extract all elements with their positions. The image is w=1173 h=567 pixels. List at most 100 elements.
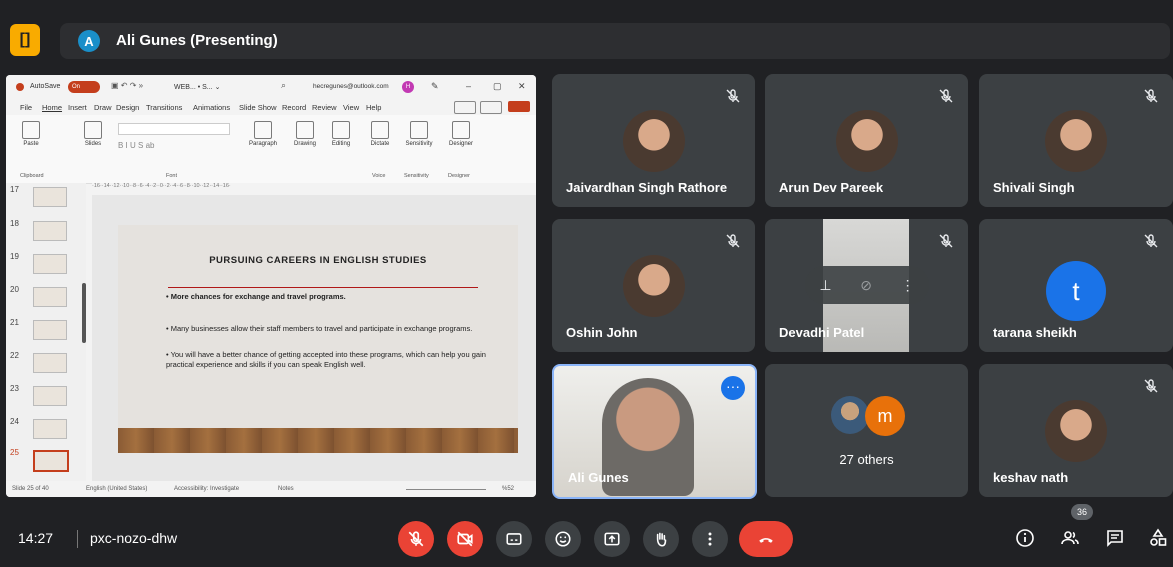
shared-screen[interactable]: AutoSave On ▣ ↶ ↷ » WEB... • S... ⌄ ⌕ he…: [6, 75, 536, 497]
participant-tile[interactable]: Oshin John: [552, 219, 755, 352]
comments-button[interactable]: [480, 101, 502, 114]
font-name-box[interactable]: [118, 123, 230, 135]
meet-logo-icon[interactable]: []: [10, 24, 40, 56]
mute-icon[interactable]: ⊘: [860, 277, 872, 294]
menu-view[interactable]: View: [343, 103, 359, 112]
others-tile[interactable]: m 27 others: [765, 364, 968, 497]
activities-icon[interactable]: [1148, 528, 1168, 548]
menu-transitions[interactable]: Transitions: [146, 103, 182, 112]
paste-button[interactable]: Paste: [14, 121, 48, 147]
participant-tile[interactable]: Shivali Singh: [979, 74, 1173, 207]
slide-thumbnail[interactable]: [33, 254, 67, 274]
raise-hand-button[interactable]: [643, 521, 679, 557]
presenter-chip[interactable]: A Ali Gunes (Presenting): [60, 23, 1170, 59]
search-icon[interactable]: ⌕: [281, 80, 286, 91]
menu-record[interactable]: Record: [282, 103, 306, 112]
participant-tile-active[interactable]: ··· Ali Gunes: [552, 364, 757, 499]
meeting-details-icon[interactable]: [1015, 528, 1035, 548]
slide-thumbnail[interactable]: [33, 419, 67, 439]
font-format-icons[interactable]: B I U S ab: [118, 141, 154, 150]
slide-thumbnail[interactable]: [33, 320, 67, 340]
menu-slideshow[interactable]: Slide Show: [239, 103, 277, 112]
meeting-code: pxc-nozo-dhw: [90, 530, 178, 546]
people-icon[interactable]: [1060, 528, 1080, 548]
leave-call-button[interactable]: [739, 521, 793, 557]
avatar: [831, 396, 869, 434]
maximize-icon[interactable]: ▢: [493, 81, 502, 92]
file-name[interactable]: WEB... • S... ⌄: [174, 83, 220, 91]
language[interactable]: English (United States): [86, 486, 147, 492]
participant-tile[interactable]: ⊥ ⊘ ⋮ Devadhi Patel: [765, 219, 968, 352]
more-options-icon[interactable]: ···: [721, 376, 745, 400]
participant-tile[interactable]: t tarana sheikh: [979, 219, 1173, 352]
divider: [77, 530, 78, 548]
ribbon: Paste Slides B I U S ab Paragraph Drawin…: [6, 115, 536, 184]
editing-icon: [332, 121, 350, 139]
close-icon[interactable]: ✕: [518, 81, 526, 92]
participant-tile[interactable]: keshav nath: [979, 364, 1173, 497]
quick-access-icons[interactable]: ▣ ↶ ↷ »: [111, 81, 143, 90]
slide-number: 24: [10, 417, 19, 426]
autosave-toggle[interactable]: On: [68, 81, 100, 93]
dictate-button[interactable]: Dictate: [363, 121, 397, 147]
zoom-slider[interactable]: [406, 489, 486, 490]
office-icon: [16, 83, 24, 91]
chat-icon[interactable]: [1105, 528, 1125, 548]
slide-bullet: • You will have a better chance of getti…: [166, 350, 486, 369]
reactions-button[interactable]: [545, 521, 581, 557]
designer-button[interactable]: Designer: [444, 121, 478, 147]
slides-button[interactable]: Slides: [76, 121, 110, 147]
sensitivity-icon: [410, 121, 428, 139]
zoom-level[interactable]: %52: [502, 486, 514, 492]
notes-button[interactable]: Notes: [278, 486, 294, 492]
participant-tile[interactable]: Jaivardhan Singh Rathore: [552, 74, 755, 207]
menu-review[interactable]: Review: [312, 103, 337, 112]
slide-thumbnail[interactable]: [33, 287, 67, 307]
menu-design[interactable]: Design: [116, 103, 139, 112]
tile-hover-controls: ⊥ ⊘ ⋮: [805, 266, 929, 304]
menu-file[interactable]: File: [20, 103, 32, 112]
paragraph-button[interactable]: Paragraph: [246, 121, 280, 147]
menu-draw[interactable]: Draw: [94, 103, 112, 112]
drawing-button[interactable]: Drawing: [288, 121, 322, 147]
slide-thumbnail[interactable]: [33, 221, 67, 241]
slide-canvas: PURSUING CAREERS IN ENGLISH STUDIES • Mo…: [92, 195, 536, 481]
minimize-icon[interactable]: –: [466, 81, 471, 91]
menu-insert[interactable]: Insert: [68, 103, 87, 112]
slide-number: 20: [10, 285, 19, 294]
sensitivity-button[interactable]: Sensitivity: [402, 121, 436, 147]
slide-title: PURSUING CAREERS IN ENGLISH STUDIES: [209, 255, 427, 266]
account-avatar[interactable]: H: [402, 81, 414, 93]
slide-divider: [168, 287, 478, 288]
menu-animations[interactable]: Animations: [193, 103, 230, 112]
slide-thumbnail[interactable]: [33, 386, 67, 406]
paragraph-icon: [254, 121, 272, 139]
camera-toggle-button[interactable]: [447, 521, 483, 557]
pin-icon[interactable]: ⊥: [819, 277, 831, 294]
slide[interactable]: PURSUING CAREERS IN ENGLISH STUDIES • Mo…: [118, 225, 518, 453]
slide-thumbnail[interactable]: [33, 353, 67, 373]
accessibility[interactable]: Accessibility: Investigate: [174, 486, 239, 492]
presenter-avatar: A: [78, 30, 100, 52]
more-options-button[interactable]: [692, 521, 728, 557]
participant-tile[interactable]: Arun Dev Pareek: [765, 74, 968, 207]
slide-number: 18: [10, 219, 19, 228]
share-button[interactable]: [508, 101, 530, 112]
pen-icon[interactable]: ✎: [431, 81, 439, 92]
thumbnail-scrollbar[interactable]: [82, 283, 86, 343]
menu-home[interactable]: Home: [42, 103, 62, 112]
hand-icon: [656, 532, 667, 547]
slide-thumbnail-selected[interactable]: [33, 450, 69, 472]
present-button[interactable]: [594, 521, 630, 557]
captions-button[interactable]: [496, 521, 532, 557]
more-options-icon[interactable]: ⋮: [901, 277, 915, 294]
clock: 14:27: [18, 530, 54, 546]
record-button[interactable]: [454, 101, 476, 114]
slide-thumbnail[interactable]: [33, 187, 67, 207]
mic-off-icon: [726, 234, 740, 248]
group-designer: Designer: [448, 173, 471, 179]
mic-toggle-button[interactable]: [398, 521, 434, 557]
editing-button[interactable]: Editing: [324, 121, 358, 147]
mic-off-icon: [726, 89, 740, 103]
menu-help[interactable]: Help: [366, 103, 381, 112]
